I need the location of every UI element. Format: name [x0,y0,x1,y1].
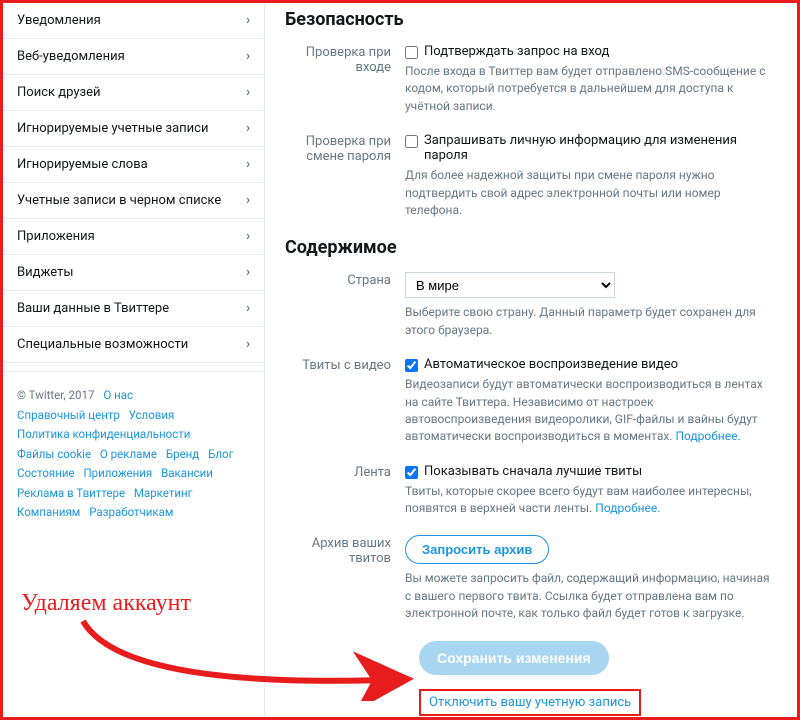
footer-link[interactable]: О нас [103,388,133,402]
sidebar-item-label: Приложения [17,229,95,244]
sidebar-item-label: Поиск друзей [17,85,100,100]
security-section-title: Безопасность [285,9,777,30]
sidebar-item-muted-accounts[interactable]: Игнорируемые учетные записи › [3,111,264,147]
setting-label: Лента [285,464,405,518]
sidebar-item-notifications[interactable]: Уведомления › [3,3,264,39]
chevron-right-icon: › [246,49,250,64]
footer-link[interactable]: Бренд [166,447,199,461]
footer-link[interactable]: Состояние [17,466,75,480]
sidebar-item-label: Виджеты [17,265,73,280]
learn-more-link[interactable]: Подробнее. [675,429,740,443]
save-changes-button[interactable]: Сохранить изменения [419,641,609,675]
footer-link[interactable]: Маркетинг [134,486,193,500]
chevron-right-icon: › [246,193,250,208]
deactivate-highlight: Отключить вашу учетную запись [419,689,641,716]
footer-link[interactable]: Файлы cookie [17,447,91,461]
content-section-title: Содержимое [285,237,777,258]
setting-label: Архив ваших твитов [285,535,405,622]
deactivate-account-link[interactable]: Отключить вашу учетную запись [429,695,631,710]
footer-link[interactable]: Приложения [83,466,152,480]
timeline-checkbox[interactable] [405,466,418,479]
footer-link[interactable]: Справочный центр [17,408,120,422]
sidebar-item-muted-words[interactable]: Игнорируемые слова › [3,147,264,183]
help-text: Выберите свою страну. Данный параметр бу… [405,304,777,339]
setting-label: Твиты с видео [285,357,405,446]
footer-link[interactable]: Вакансии [161,466,213,480]
sidebar-item-label: Специальные возможности [17,337,188,352]
sidebar-item-label: Веб-уведомления [17,49,125,64]
footer-link[interactable]: Компаниям [17,505,80,519]
chevron-right-icon: › [246,229,250,244]
request-archive-button[interactable]: Запросить архив [405,535,549,564]
footer-link[interactable]: Условия [129,408,175,422]
sidebar-footer: © Twitter, 2017 О нас Справочный центр У… [3,371,264,537]
learn-more-link[interactable]: Подробнее. [595,501,660,515]
timeline-row: Лента Показывать сначала лучшие твиты Тв… [285,464,777,518]
help-text: Для более надежной защиты при смене паро… [405,167,777,219]
country-row: Страна В мире Выберите свою страну. Данн… [285,272,777,339]
chevron-right-icon: › [246,121,250,136]
sidebar-item-label: Уведомления [17,13,101,28]
sidebar-item-widgets[interactable]: Виджеты › [3,255,264,291]
archive-row: Архив ваших твитов Запросить архив Вы мо… [285,535,777,622]
chevron-right-icon: › [246,13,250,28]
sidebar-item-blocked-accounts[interactable]: Учетные записи в черном списке › [3,183,264,219]
footer-link[interactable]: Разработчикам [89,505,173,519]
checkbox-text: Автоматическое воспроизведение видео [424,357,678,372]
sidebar-item-label: Игнорируемые учетные записи [17,121,208,136]
footer-link[interactable]: Реклама в Твиттере [17,486,125,500]
timeline-checkbox-label[interactable]: Показывать сначала лучшие твиты [405,464,777,479]
sidebar-item-your-data[interactable]: Ваши данные в Твиттере › [3,291,264,327]
checkbox-text: Показывать сначала лучшие твиты [424,464,642,479]
password-change-checkbox-label[interactable]: Запрашивать личную информацию для измене… [405,133,777,163]
password-change-checkbox[interactable] [405,135,418,148]
setting-label: Страна [285,272,405,339]
footer-link[interactable]: Политика конфиденциальности [17,427,190,441]
footer-link[interactable]: Блог [208,447,233,461]
settings-main: Безопасность Проверка при входе Подтверж… [265,3,797,717]
chevron-right-icon: › [246,301,250,316]
chevron-right-icon: › [246,157,250,172]
footer-link: © Twitter, 2017 [17,388,94,402]
sidebar-item-accessibility[interactable]: Специальные возможности › [3,327,264,363]
chevron-right-icon: › [246,265,250,280]
sidebar-item-label: Ваши данные в Твиттере [17,301,169,316]
help-text: Видеозаписи будут автоматически воспроиз… [405,376,777,446]
nav-list: Уведомления › Веб-уведомления › Поиск др… [3,3,264,363]
setting-label: Проверка при входе [285,44,405,115]
sidebar-item-label: Учетные записи в черном списке [17,193,221,208]
sidebar-item-find-friends[interactable]: Поиск друзей › [3,75,264,111]
sidebar-item-label: Игнорируемые слова [17,157,148,172]
chevron-right-icon: › [246,337,250,352]
login-verification-row: Проверка при входе Подтверждать запрос н… [285,44,777,115]
sidebar-item-web-notifications[interactable]: Веб-уведомления › [3,39,264,75]
password-change-row: Проверка при смене пароля Запрашивать ли… [285,133,777,219]
video-autoplay-row: Твиты с видео Автоматическое воспроизвед… [285,357,777,446]
login-verify-checkbox[interactable] [405,46,418,59]
chevron-right-icon: › [246,85,250,100]
setting-label: Проверка при смене пароля [285,133,405,219]
annotation-text: Удаляем аккаунт [21,590,191,617]
checkbox-text: Подтверждать запрос на вход [424,44,609,59]
help-text: Твиты, которые скорее всего будут вам на… [405,483,777,518]
video-autoplay-checkbox-label[interactable]: Автоматическое воспроизведение видео [405,357,777,372]
country-select[interactable]: В мире [405,272,615,298]
footer-link[interactable]: О рекламе [100,447,157,461]
login-verify-checkbox-label[interactable]: Подтверждать запрос на вход [405,44,777,59]
video-autoplay-checkbox[interactable] [405,359,418,372]
checkbox-text: Запрашивать личную информацию для измене… [424,133,777,163]
help-text: Вы можете запросить файл, содержащий инф… [405,570,777,622]
help-text: После входа в Твиттер вам будет отправле… [405,63,777,115]
sidebar-item-apps[interactable]: Приложения › [3,219,264,255]
